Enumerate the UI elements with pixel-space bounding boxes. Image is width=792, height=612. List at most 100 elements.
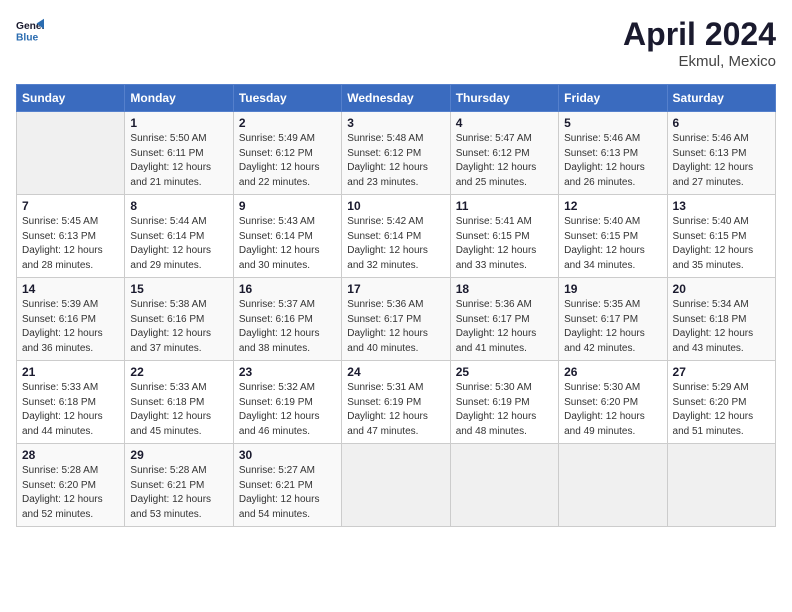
day-info: Sunrise: 5:28 AM Sunset: 6:21 PM Dayligh… <box>130 464 227 522</box>
col-header-friday: Friday <box>559 85 667 112</box>
col-header-sunday: Sunday <box>17 85 125 112</box>
day-number: 1 <box>130 116 227 130</box>
calendar-table: SundayMondayTuesdayWednesdayThursdayFrid… <box>16 84 776 527</box>
col-header-saturday: Saturday <box>667 85 775 112</box>
calendar-cell: 8 Sunrise: 5:44 AM Sunset: 6:14 PM Daylig… <box>125 195 233 278</box>
calendar-cell: 27 Sunrise: 5:29 AM Sunset: 6:20 PM Dayli… <box>667 361 775 444</box>
day-number: 20 <box>673 282 770 296</box>
day-number: 16 <box>239 282 336 296</box>
day-number: 8 <box>130 199 227 213</box>
day-number: 28 <box>22 448 119 462</box>
day-info: Sunrise: 5:40 AM Sunset: 6:15 PM Dayligh… <box>673 215 770 273</box>
calendar-cell: 1 Sunrise: 5:50 AM Sunset: 6:11 PM Daylig… <box>125 112 233 195</box>
calendar-cell: 25 Sunrise: 5:30 AM Sunset: 6:19 PM Dayli… <box>450 361 558 444</box>
day-info: Sunrise: 5:37 AM Sunset: 6:16 PM Dayligh… <box>239 298 336 356</box>
logo-icon: General Blue <box>16 16 44 44</box>
day-info: Sunrise: 5:48 AM Sunset: 6:12 PM Dayligh… <box>347 132 444 190</box>
day-info: Sunrise: 5:46 AM Sunset: 6:13 PM Dayligh… <box>673 132 770 190</box>
day-info: Sunrise: 5:40 AM Sunset: 6:15 PM Dayligh… <box>564 215 661 273</box>
day-number: 26 <box>564 365 661 379</box>
day-number: 14 <box>22 282 119 296</box>
day-number: 29 <box>130 448 227 462</box>
day-number: 22 <box>130 365 227 379</box>
calendar-cell: 15 Sunrise: 5:38 AM Sunset: 6:16 PM Dayli… <box>125 278 233 361</box>
calendar-cell: 24Sunrise: 5:31 AM Sunset: 6:19 PM Dayli… <box>342 361 450 444</box>
logo: General Blue <box>16 16 44 44</box>
location: Ekmul, Mexico <box>623 53 776 70</box>
month-year: April 2024 <box>623 16 776 53</box>
calendar-cell <box>667 444 775 527</box>
day-info: Sunrise: 5:43 AM Sunset: 6:14 PM Dayligh… <box>239 215 336 273</box>
day-number: 3 <box>347 116 444 130</box>
day-info: Sunrise: 5:42 AM Sunset: 6:14 PM Dayligh… <box>347 215 444 273</box>
day-number: 6 <box>673 116 770 130</box>
day-number: 27 <box>673 365 770 379</box>
calendar-cell: 19Sunrise: 5:35 AM Sunset: 6:17 PM Dayli… <box>559 278 667 361</box>
day-info: Sunrise: 5:33 AM Sunset: 6:18 PM Dayligh… <box>22 381 119 439</box>
calendar-cell: 17Sunrise: 5:36 AM Sunset: 6:17 PM Dayli… <box>342 278 450 361</box>
day-number: 4 <box>456 116 553 130</box>
calendar-cell: 20Sunrise: 5:34 AM Sunset: 6:18 PM Dayli… <box>667 278 775 361</box>
calendar-week-1: 1 Sunrise: 5:50 AM Sunset: 6:11 PM Daylig… <box>17 112 776 195</box>
day-info: Sunrise: 5:47 AM Sunset: 6:12 PM Dayligh… <box>456 132 553 190</box>
day-info: Sunrise: 5:44 AM Sunset: 6:14 PM Dayligh… <box>130 215 227 273</box>
day-info: Sunrise: 5:41 AM Sunset: 6:15 PM Dayligh… <box>456 215 553 273</box>
col-header-thursday: Thursday <box>450 85 558 112</box>
day-info: Sunrise: 5:36 AM Sunset: 6:17 PM Dayligh… <box>347 298 444 356</box>
day-number: 24 <box>347 365 444 379</box>
calendar-week-3: 14 Sunrise: 5:39 AM Sunset: 6:16 PM Dayli… <box>17 278 776 361</box>
col-header-monday: Monday <box>125 85 233 112</box>
calendar-cell: 10Sunrise: 5:42 AM Sunset: 6:14 PM Dayli… <box>342 195 450 278</box>
day-number: 15 <box>130 282 227 296</box>
day-info: Sunrise: 5:29 AM Sunset: 6:20 PM Dayligh… <box>673 381 770 439</box>
calendar-cell: 28 Sunrise: 5:28 AM Sunset: 6:20 PM Dayli… <box>17 444 125 527</box>
day-info: Sunrise: 5:46 AM Sunset: 6:13 PM Dayligh… <box>564 132 661 190</box>
day-info: Sunrise: 5:39 AM Sunset: 6:16 PM Dayligh… <box>22 298 119 356</box>
day-info: Sunrise: 5:50 AM Sunset: 6:11 PM Dayligh… <box>130 132 227 190</box>
calendar-cell: 6 Sunrise: 5:46 AM Sunset: 6:13 PM Daylig… <box>667 112 775 195</box>
calendar-cell <box>559 444 667 527</box>
day-number: 7 <box>22 199 119 213</box>
calendar-cell: 11 Sunrise: 5:41 AM Sunset: 6:15 PM Dayli… <box>450 195 558 278</box>
day-number: 25 <box>456 365 553 379</box>
calendar-cell: 12 Sunrise: 5:40 AM Sunset: 6:15 PM Dayli… <box>559 195 667 278</box>
day-number: 13 <box>673 199 770 213</box>
calendar-cell: 3 Sunrise: 5:48 AM Sunset: 6:12 PM Daylig… <box>342 112 450 195</box>
svg-text:Blue: Blue <box>16 32 39 43</box>
calendar-cell: 5 Sunrise: 5:46 AM Sunset: 6:13 PM Daylig… <box>559 112 667 195</box>
calendar-header: SundayMondayTuesdayWednesdayThursdayFrid… <box>17 85 776 112</box>
day-info: Sunrise: 5:28 AM Sunset: 6:20 PM Dayligh… <box>22 464 119 522</box>
calendar-cell: 22 Sunrise: 5:33 AM Sunset: 6:18 PM Dayli… <box>125 361 233 444</box>
calendar-cell: 26 Sunrise: 5:30 AM Sunset: 6:20 PM Dayli… <box>559 361 667 444</box>
calendar-cell: 30Sunrise: 5:27 AM Sunset: 6:21 PM Dayli… <box>233 444 341 527</box>
day-info: Sunrise: 5:36 AM Sunset: 6:17 PM Dayligh… <box>456 298 553 356</box>
calendar-cell: 9Sunrise: 5:43 AM Sunset: 6:14 PM Daylig… <box>233 195 341 278</box>
col-header-wednesday: Wednesday <box>342 85 450 112</box>
day-info: Sunrise: 5:38 AM Sunset: 6:16 PM Dayligh… <box>130 298 227 356</box>
day-number: 19 <box>564 282 661 296</box>
calendar-week-5: 28 Sunrise: 5:28 AM Sunset: 6:20 PM Dayli… <box>17 444 776 527</box>
day-info: Sunrise: 5:33 AM Sunset: 6:18 PM Dayligh… <box>130 381 227 439</box>
day-info: Sunrise: 5:49 AM Sunset: 6:12 PM Dayligh… <box>239 132 336 190</box>
calendar-cell: 29 Sunrise: 5:28 AM Sunset: 6:21 PM Dayli… <box>125 444 233 527</box>
day-number: 12 <box>564 199 661 213</box>
day-number: 21 <box>22 365 119 379</box>
calendar-week-2: 7 Sunrise: 5:45 AM Sunset: 6:13 PM Daylig… <box>17 195 776 278</box>
day-number: 5 <box>564 116 661 130</box>
col-header-tuesday: Tuesday <box>233 85 341 112</box>
day-info: Sunrise: 5:30 AM Sunset: 6:19 PM Dayligh… <box>456 381 553 439</box>
day-info: Sunrise: 5:30 AM Sunset: 6:20 PM Dayligh… <box>564 381 661 439</box>
day-info: Sunrise: 5:27 AM Sunset: 6:21 PM Dayligh… <box>239 464 336 522</box>
calendar-cell <box>342 444 450 527</box>
calendar-cell: 14 Sunrise: 5:39 AM Sunset: 6:16 PM Dayli… <box>17 278 125 361</box>
day-number: 11 <box>456 199 553 213</box>
calendar-cell: 2Sunrise: 5:49 AM Sunset: 6:12 PM Daylig… <box>233 112 341 195</box>
calendar-week-4: 21 Sunrise: 5:33 AM Sunset: 6:18 PM Dayli… <box>17 361 776 444</box>
calendar-cell: 18Sunrise: 5:36 AM Sunset: 6:17 PM Dayli… <box>450 278 558 361</box>
day-info: Sunrise: 5:45 AM Sunset: 6:13 PM Dayligh… <box>22 215 119 273</box>
calendar-cell <box>17 112 125 195</box>
calendar-cell: 21 Sunrise: 5:33 AM Sunset: 6:18 PM Dayli… <box>17 361 125 444</box>
page-header: General Blue April 2024 Ekmul, Mexico <box>16 16 776 70</box>
day-info: Sunrise: 5:32 AM Sunset: 6:19 PM Dayligh… <box>239 381 336 439</box>
calendar-cell: 13 Sunrise: 5:40 AM Sunset: 6:15 PM Dayli… <box>667 195 775 278</box>
